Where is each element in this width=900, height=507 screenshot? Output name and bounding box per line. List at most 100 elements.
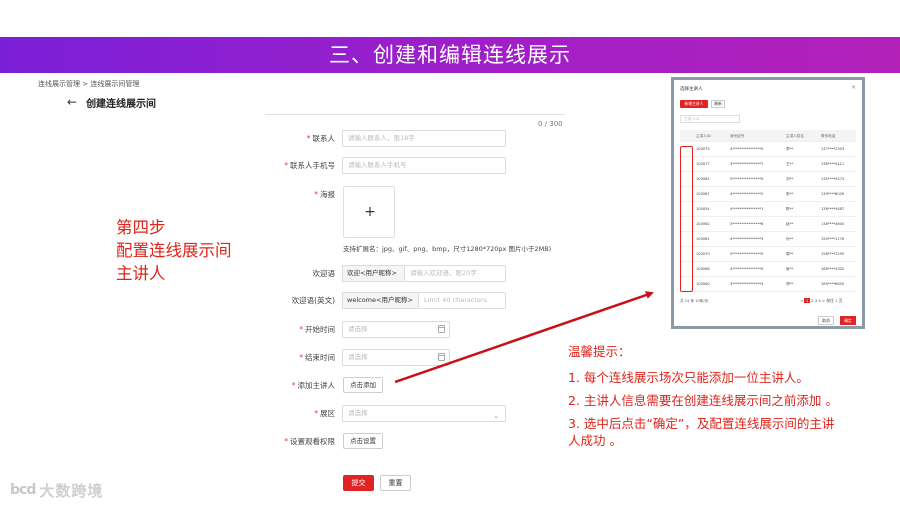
- welcome-label: 欢迎语: [312, 269, 336, 278]
- step-line-1: 第四步: [116, 218, 166, 237]
- refresh-button[interactable]: 刷新: [711, 100, 725, 108]
- speaker-search-input[interactable]: 主讲人ID: [680, 115, 740, 123]
- table-cell: 李**: [786, 147, 794, 151]
- close-icon[interactable]: ×: [851, 84, 856, 91]
- step-line-3: 主讲人: [116, 264, 166, 283]
- required-mark: *: [299, 353, 303, 362]
- page-jump[interactable]: 前往 1 页: [826, 298, 842, 303]
- end-time-picker[interactable]: 请选择: [342, 349, 450, 366]
- table-cell: 郑**: [786, 282, 794, 286]
- table-cell: 100075: [696, 147, 710, 151]
- back-arrow-icon[interactable]: ←: [67, 96, 77, 108]
- required-mark: *: [314, 409, 318, 418]
- table-total: 共 14 条 10条/页: [680, 299, 709, 303]
- zone-label: * 展区: [314, 409, 335, 418]
- table-cell: 张**: [786, 192, 794, 196]
- table-row[interactable]: 100082 5****************X 刘** 135****0473: [680, 172, 856, 187]
- table-cell: 100087: [696, 192, 710, 196]
- table-cell: 100060: [696, 282, 710, 286]
- table-cell: 4****************5: [730, 147, 764, 151]
- welcome-en-input[interactable]: Limit 40 characters: [418, 292, 506, 309]
- contact-input[interactable]: 请输入联系人，限18字: [342, 130, 506, 147]
- page-2[interactable]: 2: [811, 298, 813, 303]
- table-row[interactable]: 100054 4****************1 陈** 136****4487: [680, 202, 856, 217]
- required-mark: *: [291, 381, 296, 390]
- submit-button[interactable]: 提交: [343, 475, 374, 491]
- next-page-icon[interactable]: >: [822, 298, 825, 303]
- table-cell: 100062: [696, 222, 710, 226]
- step-annotation: 第四步 配置连线展示间 主讲人: [116, 216, 232, 285]
- welcome-prefix: 欢迎<用户昵称>: [342, 265, 404, 282]
- banner-title: 三、创建和编辑连线展示: [329, 43, 571, 67]
- zone-row: * 展区 请选择 ⌄: [30, 405, 570, 423]
- poster-hint: 支持扩展名：jpg、gif、png、bmp，尺寸1280*720px 图片小于2…: [343, 245, 552, 253]
- table-cell: 王**: [786, 162, 794, 166]
- permission-row: * 设置观看权限 点击设置: [30, 433, 570, 451]
- page-1[interactable]: 1: [804, 298, 810, 303]
- required-mark: *: [306, 134, 311, 143]
- calendar-icon: [438, 325, 445, 333]
- table-row[interactable]: 100077 3****************7 王** 138****5411: [680, 157, 856, 172]
- breadcrumb: 连线展示管理 > 连线展示间管理: [38, 80, 140, 88]
- welcome-input[interactable]: 请输入欢迎语，限20字: [404, 265, 506, 282]
- page-4[interactable]: 4: [818, 298, 820, 303]
- required-mark: *: [284, 161, 288, 170]
- table-row[interactable]: 100062 3****************6 赵** 138****4600: [680, 217, 856, 232]
- table-row[interactable]: 100087 4****************2 张** 139****8026: [680, 187, 856, 202]
- table-cell: 100070: [696, 252, 710, 256]
- page-title: 创建连线展示间: [86, 98, 157, 110]
- pagination: < 1 2 3 4 > 前往 1 页: [800, 298, 843, 304]
- table-cell: 周**: [786, 252, 794, 256]
- welcome-en-prefix: welcome<用户昵称>: [342, 292, 418, 309]
- table-cell: 孙**: [786, 237, 794, 241]
- table-cell: 4****************1: [730, 207, 764, 211]
- table-cell: 5****************9: [730, 252, 764, 256]
- table-cell: 4****************0: [730, 267, 764, 271]
- zone-select[interactable]: 请选择 ⌄: [342, 405, 506, 422]
- table-body: 100075 4****************5 李** 137****2303 10…: [680, 142, 856, 292]
- table-row[interactable]: 100070 5****************9 周** 158****2295: [680, 247, 856, 262]
- confirm-button[interactable]: 确定: [840, 316, 856, 325]
- watermark-logo: bcd 大数跨境: [10, 479, 103, 501]
- calendar-icon: [438, 353, 445, 361]
- tips-title: 温馨提示：: [568, 344, 631, 359]
- set-permission-button[interactable]: 点击设置: [343, 433, 383, 449]
- slide: 三、创建和编辑连线展示 连线展示管理 > 连线展示间管理 ← 创建连线展示间 0…: [0, 0, 900, 507]
- table-cell: 100054: [696, 207, 710, 211]
- add-speaker-button[interactable]: 点击添加: [343, 377, 383, 393]
- start-time-picker[interactable]: 请选择: [342, 321, 450, 338]
- table-cell: 吴**: [786, 267, 794, 271]
- table-row[interactable]: 100066 4****************0 吴** 186****3302: [680, 262, 856, 277]
- table-row[interactable]: 100060 3****************4 郑** 189****6650: [680, 277, 856, 292]
- welcome-en-label: 欢迎语(英文): [291, 296, 335, 305]
- prev-page-icon[interactable]: <: [800, 298, 803, 303]
- table-cell: 陈**: [786, 207, 794, 211]
- table-cell: 3****************6: [730, 222, 764, 226]
- speaker-row: * 添加主讲人 点击添加: [30, 377, 570, 395]
- required-mark: *: [284, 437, 288, 446]
- table-cell: 139****8026: [821, 192, 845, 196]
- table-cell: 138****5411: [821, 162, 845, 166]
- permission-label: * 设置观看权限: [284, 437, 335, 446]
- page-3[interactable]: 3: [815, 298, 817, 303]
- table-cell: 3****************7: [730, 162, 764, 166]
- create-room-form-screenshot: 连线展示管理 > 连线展示间管理 ← 创建连线展示间 0 / 300 * 联系人 …: [30, 76, 570, 500]
- table-cell: 186****3302: [821, 267, 845, 271]
- contact-phone-input[interactable]: 请输入联系人手机号: [342, 157, 506, 174]
- table-cell: 150****1178: [821, 237, 845, 241]
- table-row[interactable]: 100061 4****************3 孙** 150****1178: [680, 232, 856, 247]
- table-cell: 4****************3: [730, 237, 764, 241]
- add-speaker-button[interactable]: 新增主讲人: [680, 100, 708, 108]
- start-time-row: * 开始时间 请选择: [30, 321, 570, 339]
- logo-text: 大数跨境: [39, 481, 104, 500]
- table-cell: 136****4487: [821, 207, 845, 211]
- poster-upload[interactable]: +: [343, 186, 395, 238]
- table-header: 主讲人ID 身份证号 主讲人姓名 联系电话: [680, 130, 856, 142]
- poster-label: * 海报: [314, 190, 335, 199]
- welcome-en-row: 欢迎语(英文) welcome<用户昵称> Limit 40 character…: [30, 292, 570, 310]
- reset-button[interactable]: 重置: [380, 475, 411, 491]
- required-mark: *: [299, 325, 303, 334]
- cancel-button[interactable]: 取消: [818, 316, 834, 325]
- divider: [265, 114, 565, 115]
- table-row[interactable]: 100075 4****************5 李** 137****2303: [680, 142, 856, 157]
